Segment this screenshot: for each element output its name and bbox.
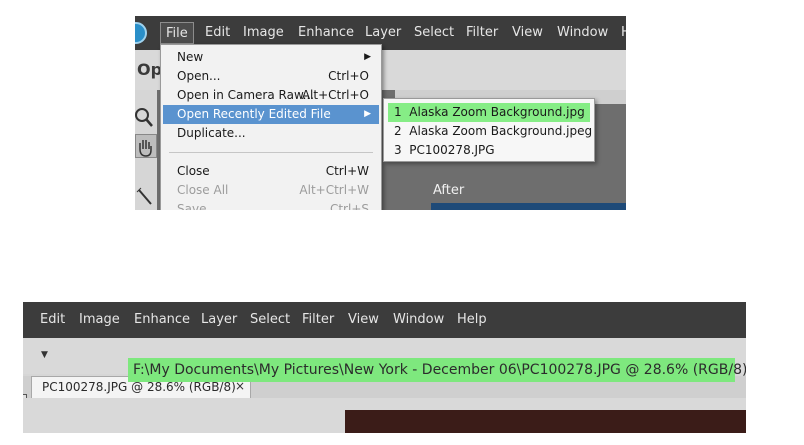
recent-file-index: 1 — [394, 105, 402, 119]
after-label: After — [433, 183, 465, 198]
hand-tool-icon[interactable] — [135, 134, 157, 158]
menu-item-save: Save Ctrl+S — [163, 200, 379, 210]
recent-file-name: PC100278.JPG — [409, 143, 495, 157]
recent-file-name: Alaska Zoom Background.jpeg — [409, 124, 593, 138]
menu-item-label: Open Recently Edited File — [177, 107, 331, 121]
menu-item-open-recent[interactable]: Open Recently Edited File ▶ — [163, 105, 379, 124]
menu-window[interactable]: Window — [557, 22, 608, 44]
menu-filter[interactable]: Filter — [466, 22, 498, 44]
menu-item-label: Open in Camera Raw... — [177, 88, 315, 102]
recent-file-index: 3 — [394, 143, 402, 157]
menu-item-shortcut: Ctrl+S — [329, 202, 369, 210]
wand-tool-icon[interactable] — [135, 186, 157, 210]
recent-file-item[interactable]: 3 PC100278.JPG — [388, 141, 501, 160]
menu-enhance[interactable]: Enhance — [134, 311, 190, 329]
menu-image[interactable]: Image — [79, 311, 120, 329]
menu-layer[interactable]: Layer — [201, 311, 237, 329]
app-logo-icon — [135, 22, 147, 44]
tools-panel — [135, 90, 157, 210]
menu-separator — [169, 152, 373, 153]
menu-item-label: Open... — [177, 69, 221, 83]
menu-edit[interactable]: Edit — [205, 22, 230, 44]
menu-item-shortcut: Ctrl+O — [328, 69, 369, 83]
menu-item-open-camera-raw[interactable]: Open in Camera Raw... Alt+Ctrl+O — [163, 86, 379, 105]
menu-window[interactable]: Window — [393, 311, 444, 329]
recent-file-item[interactable]: 2 Alaska Zoom Background.jpeg — [388, 122, 598, 141]
menu-filter[interactable]: Filter — [302, 311, 334, 329]
menu-select[interactable]: Select — [414, 22, 454, 44]
menu-item-label: Close All — [177, 183, 229, 197]
document-image — [345, 410, 746, 433]
zoom-tool-icon[interactable] — [135, 106, 157, 130]
recent-file-name: Alaska Zoom Background.jpg — [409, 105, 585, 119]
menu-file[interactable]: File — [160, 22, 194, 44]
options-title: Op — [137, 60, 163, 79]
chevron-down-icon[interactable]: ▼ — [41, 350, 48, 360]
menu-item-new[interactable]: New ▶ — [163, 48, 379, 67]
submenu-arrow-icon: ▶ — [364, 109, 371, 119]
menu-item-label: Duplicate... — [177, 126, 246, 140]
menu-enhance[interactable]: Enhance — [298, 22, 354, 44]
menu-view[interactable]: View — [512, 22, 543, 44]
recent-file-index: 2 — [394, 124, 402, 138]
menu-edit[interactable]: Edit — [40, 311, 65, 329]
menu-item-label: Close — [177, 164, 210, 178]
menu-item-open[interactable]: Open... Ctrl+O — [163, 67, 379, 86]
screenshot-file-menu: File Edit Image Enhance Layer Select Fil… — [135, 16, 626, 210]
recent-files-submenu: 1 Alaska Zoom Background.jpg 2 Alaska Zo… — [383, 98, 595, 162]
file-menu-dropdown: New ▶ Open... Ctrl+O Open in Camera Raw.… — [160, 44, 382, 210]
menu-item-close[interactable]: Close Ctrl+W — [163, 162, 379, 181]
recent-file-item[interactable]: 1 Alaska Zoom Background.jpg — [388, 103, 590, 122]
menu-help[interactable]: H — [621, 22, 626, 44]
after-image-preview — [431, 203, 626, 210]
menu-bar: Edit Image Enhance Layer Select Filter V… — [23, 302, 746, 338]
menu-item-shortcut: Alt+Ctrl+O — [301, 88, 369, 102]
screenshot-document-title: Edit Image Enhance Layer Select Filter V… — [23, 302, 746, 433]
menu-view[interactable]: View — [348, 311, 379, 329]
document-title-path: F:\My Documents\My Pictures\New York - D… — [133, 362, 746, 378]
menu-layer[interactable]: Layer — [365, 22, 401, 44]
document-tab-label: PC100278.JPG @ 28.6% (RGB/8) — [42, 380, 236, 394]
menu-item-duplicate[interactable]: Duplicate... — [163, 124, 379, 143]
menu-item-shortcut: Alt+Ctrl+W — [299, 183, 369, 197]
menu-image[interactable]: Image — [243, 22, 284, 44]
menu-item-label: New — [177, 50, 204, 64]
menu-select[interactable]: Select — [250, 311, 290, 329]
submenu-arrow-icon: ▶ — [364, 52, 371, 62]
menu-item-shortcut: Ctrl+W — [325, 164, 369, 178]
menu-help[interactable]: Help — [457, 311, 487, 329]
menu-item-label: Save — [177, 202, 207, 210]
menu-item-close-all: Close All Alt+Ctrl+W — [163, 181, 379, 200]
